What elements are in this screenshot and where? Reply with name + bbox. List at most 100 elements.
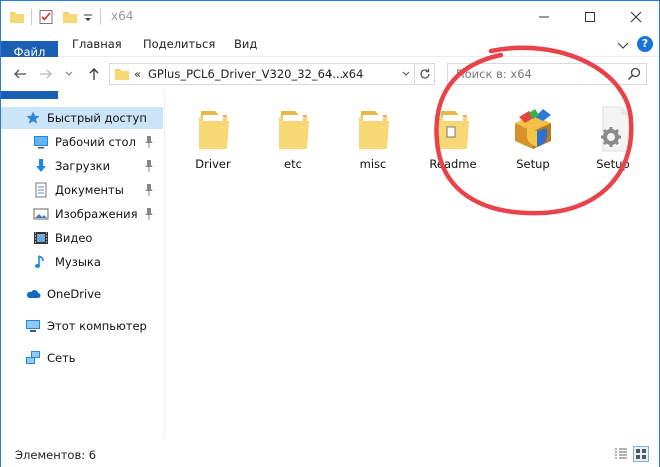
network-icon — [25, 350, 41, 366]
maximize-button[interactable] — [567, 1, 613, 33]
minimize-button[interactable] — [521, 1, 567, 33]
details-view-icon — [615, 448, 627, 459]
recent-locations-button[interactable] — [63, 65, 75, 83]
search-input[interactable] — [448, 64, 624, 84]
sidebar-item-label: Видео — [55, 231, 93, 245]
sidebar-item-desktop[interactable]: Рабочий стол — [1, 131, 163, 153]
tab-share[interactable]: Поделиться — [133, 33, 225, 56]
address-history-button[interactable] — [398, 64, 414, 84]
large-icons-view-button[interactable] — [633, 446, 649, 462]
explorer-window: x64 Файл Главная Поделиться Вид ? « GPlu… — [0, 0, 660, 467]
search-box[interactable] — [447, 63, 647, 85]
breadcrumb-current[interactable]: x64 — [342, 67, 363, 81]
file-view: Driver etc misc Readme Setup Setup — [171, 91, 659, 437]
sidebar-item-quick-access[interactable]: Быстрый доступ — [1, 107, 163, 129]
maximize-icon — [585, 12, 595, 22]
window-title: x64 — [111, 9, 134, 23]
video-icon — [33, 230, 49, 246]
sidebar-item-music[interactable]: Музыка — [1, 251, 163, 273]
pictures-icon — [33, 206, 49, 222]
search-icon[interactable] — [626, 66, 642, 82]
computer-icon — [25, 318, 41, 334]
document-icon — [33, 182, 49, 198]
folder-icon — [269, 103, 317, 155]
arrow-up-icon — [89, 68, 99, 80]
properties-icon[interactable] — [38, 9, 54, 25]
file-name: misc — [359, 157, 387, 171]
file-name: Readme — [429, 157, 477, 171]
file-item[interactable]: etc — [257, 99, 329, 183]
file-name: Driver — [195, 157, 231, 171]
navigation-pane: Быстрый доступ Рабочий стол Загрузки Док… — [1, 99, 163, 437]
ribbon-expand-button[interactable] — [615, 37, 631, 53]
file-item[interactable]: Setup — [497, 99, 569, 183]
help-icon[interactable]: ? — [637, 36, 653, 52]
star-icon — [25, 110, 41, 126]
navigation-bar: « GPlus_PCL6_Driver_V320_32_64... › x64 — [1, 57, 659, 91]
sidebar-item-label: Музыка — [55, 255, 101, 269]
sidebar-item-pictures[interactable]: Изображения — [1, 203, 163, 225]
arrow-left-icon — [14, 69, 26, 79]
sidebar-item-label: Сеть — [47, 351, 76, 365]
title-bar: x64 — [1, 1, 659, 33]
sidebar-item-network[interactable]: Сеть — [1, 347, 163, 369]
file-item[interactable]: misc — [337, 99, 409, 183]
quick-access-toolbar — [9, 7, 107, 27]
file-name: etc — [284, 157, 302, 171]
pin-icon[interactable] — [143, 183, 155, 197]
pin-icon[interactable] — [143, 159, 155, 173]
status-bar: Элементов: 6 — [1, 443, 659, 467]
sidebar-item-documents[interactable]: Документы — [1, 179, 163, 201]
file-item[interactable]: Driver — [177, 99, 249, 183]
address-overflow-button[interactable]: « — [134, 67, 141, 81]
file-item[interactable]: Setup — [577, 99, 649, 183]
items-count: Элементов: 6 — [15, 448, 97, 462]
sidebar-item-label: Документы — [55, 183, 124, 197]
toolbar-divider — [31, 9, 32, 25]
sidebar-item-this-pc[interactable]: Этот компьютер — [1, 315, 163, 337]
pin-icon[interactable] — [143, 135, 155, 149]
folder-doc-icon — [429, 103, 477, 155]
close-button[interactable] — [613, 1, 659, 33]
sidebar-item-videos[interactable]: Видео — [1, 227, 163, 249]
large-icons-view-icon — [636, 449, 646, 459]
up-button[interactable] — [85, 65, 103, 83]
tab-view[interactable]: Вид — [224, 33, 267, 56]
back-button[interactable] — [11, 65, 29, 83]
breadcrumb-folder[interactable]: GPlus_PCL6_Driver_V320_32_64... — [148, 67, 343, 81]
sidebar-item-label: OneDrive — [47, 287, 102, 301]
file-name: Setup — [516, 157, 550, 171]
refresh-button[interactable] — [414, 64, 434, 84]
customize-toolbar-chevron-icon[interactable] — [82, 9, 94, 25]
details-view-button[interactable] — [613, 446, 629, 462]
chevron-down-icon — [65, 71, 73, 76]
file-item[interactable]: Readme — [417, 99, 489, 183]
folder-icon — [189, 103, 237, 155]
breadcrumb-separator[interactable]: › — [328, 67, 333, 81]
music-icon — [33, 254, 49, 270]
desktop-icon — [33, 134, 49, 150]
chevron-down-icon — [402, 71, 410, 76]
sidebar-item-label: Рабочий стол — [55, 135, 136, 149]
sidebar-item-label: Изображения — [55, 207, 138, 221]
tab-home[interactable]: Главная — [62, 33, 132, 56]
folder-icon — [349, 103, 397, 155]
sidebar-item-downloads[interactable]: Загрузки — [1, 155, 163, 177]
sidebar-item-label: Загрузки — [55, 159, 111, 173]
address-bar[interactable]: « GPlus_PCL6_Driver_V320_32_64... › x64 — [109, 63, 435, 85]
sidebar-item-onedrive[interactable]: OneDrive — [1, 283, 163, 305]
sidebar-item-label: Быстрый доступ — [47, 111, 147, 125]
forward-button[interactable] — [37, 65, 55, 83]
toolbar-divider — [100, 9, 101, 25]
cloud-icon — [25, 286, 41, 302]
new-folder-icon[interactable] — [62, 9, 78, 25]
chevron-down-icon — [617, 42, 629, 49]
refresh-icon — [419, 68, 430, 79]
download-icon — [33, 158, 49, 174]
pane-divider[interactable] — [164, 91, 165, 437]
pin-icon[interactable] — [143, 207, 155, 221]
folder-icon — [114, 66, 130, 82]
sidebar-item-label: Этот компьютер — [47, 319, 147, 333]
arrow-right-icon — [40, 69, 52, 79]
close-icon — [630, 11, 642, 23]
